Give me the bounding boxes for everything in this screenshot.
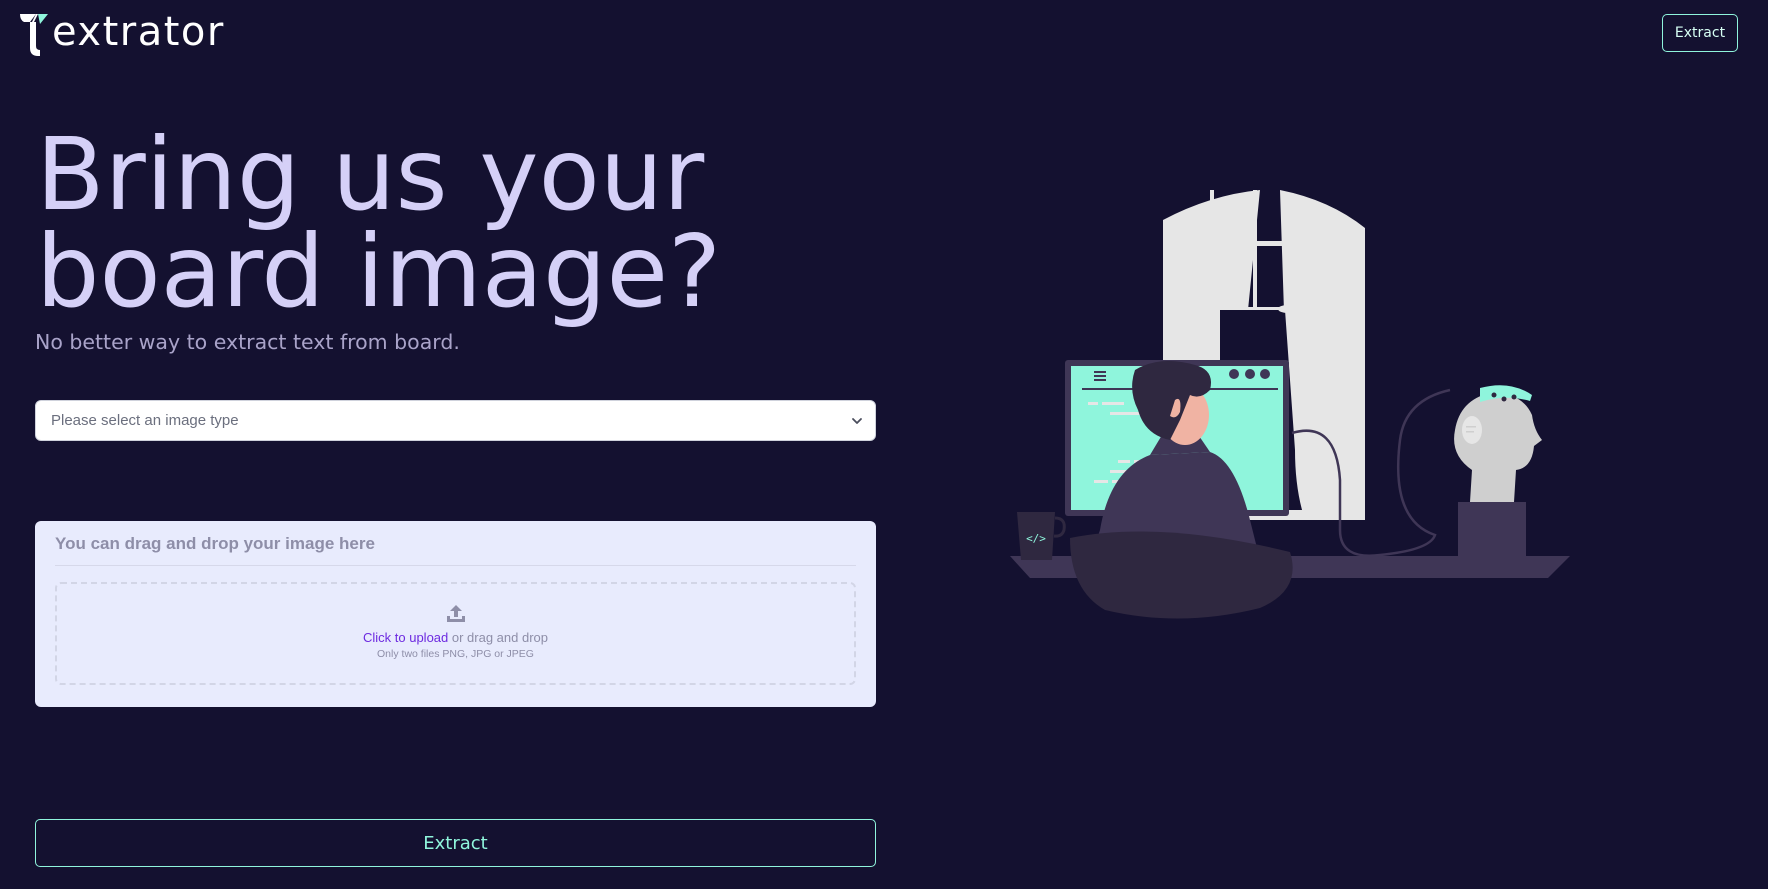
chair <box>1070 531 1293 619</box>
divider <box>55 565 856 566</box>
hero-subtitle: No better way to extract text from board… <box>35 330 460 354</box>
chevron-down-icon <box>852 417 862 424</box>
head-bust <box>1454 385 1542 558</box>
logo-wordmark: extrator <box>52 9 225 55</box>
upload-instructions: Click to upload or drag and drop <box>363 630 548 645</box>
mug: </> <box>1017 512 1066 560</box>
hero-title: Bring us your board image? <box>36 116 856 330</box>
upload-icon <box>446 605 465 622</box>
developer-at-desk-illustration: </> <box>1010 190 1570 619</box>
extract-button[interactable]: Extract <box>35 819 876 867</box>
image-type-select[interactable]: Please select an image type <box>35 400 876 441</box>
hero-title-line-1: Bring us your <box>36 116 705 233</box>
mug-code-glyph: </> <box>1026 532 1046 545</box>
logo-mark-icon <box>18 14 48 56</box>
upload-card-title: You can drag and drop your image here <box>55 534 375 553</box>
drag-and-drop-text: or drag and drop <box>448 630 548 645</box>
hero-title-line-2: board image? <box>36 213 722 330</box>
header-extract-button[interactable]: Extract <box>1662 14 1738 52</box>
upload-file-type-hint: Only two files PNG, JPG or JPEG <box>377 648 534 660</box>
page: extrator Extract Bring us your board ima… <box>0 0 1768 889</box>
upload-card: You can drag and drop your image here Cl… <box>35 521 876 707</box>
logo[interactable]: extrator <box>18 10 225 56</box>
image-type-select-value: Please select an image type <box>51 412 239 429</box>
upload-dropzone[interactable]: Click to upload or drag and drop Only tw… <box>55 582 856 685</box>
click-to-upload-link[interactable]: Click to upload <box>363 630 448 645</box>
